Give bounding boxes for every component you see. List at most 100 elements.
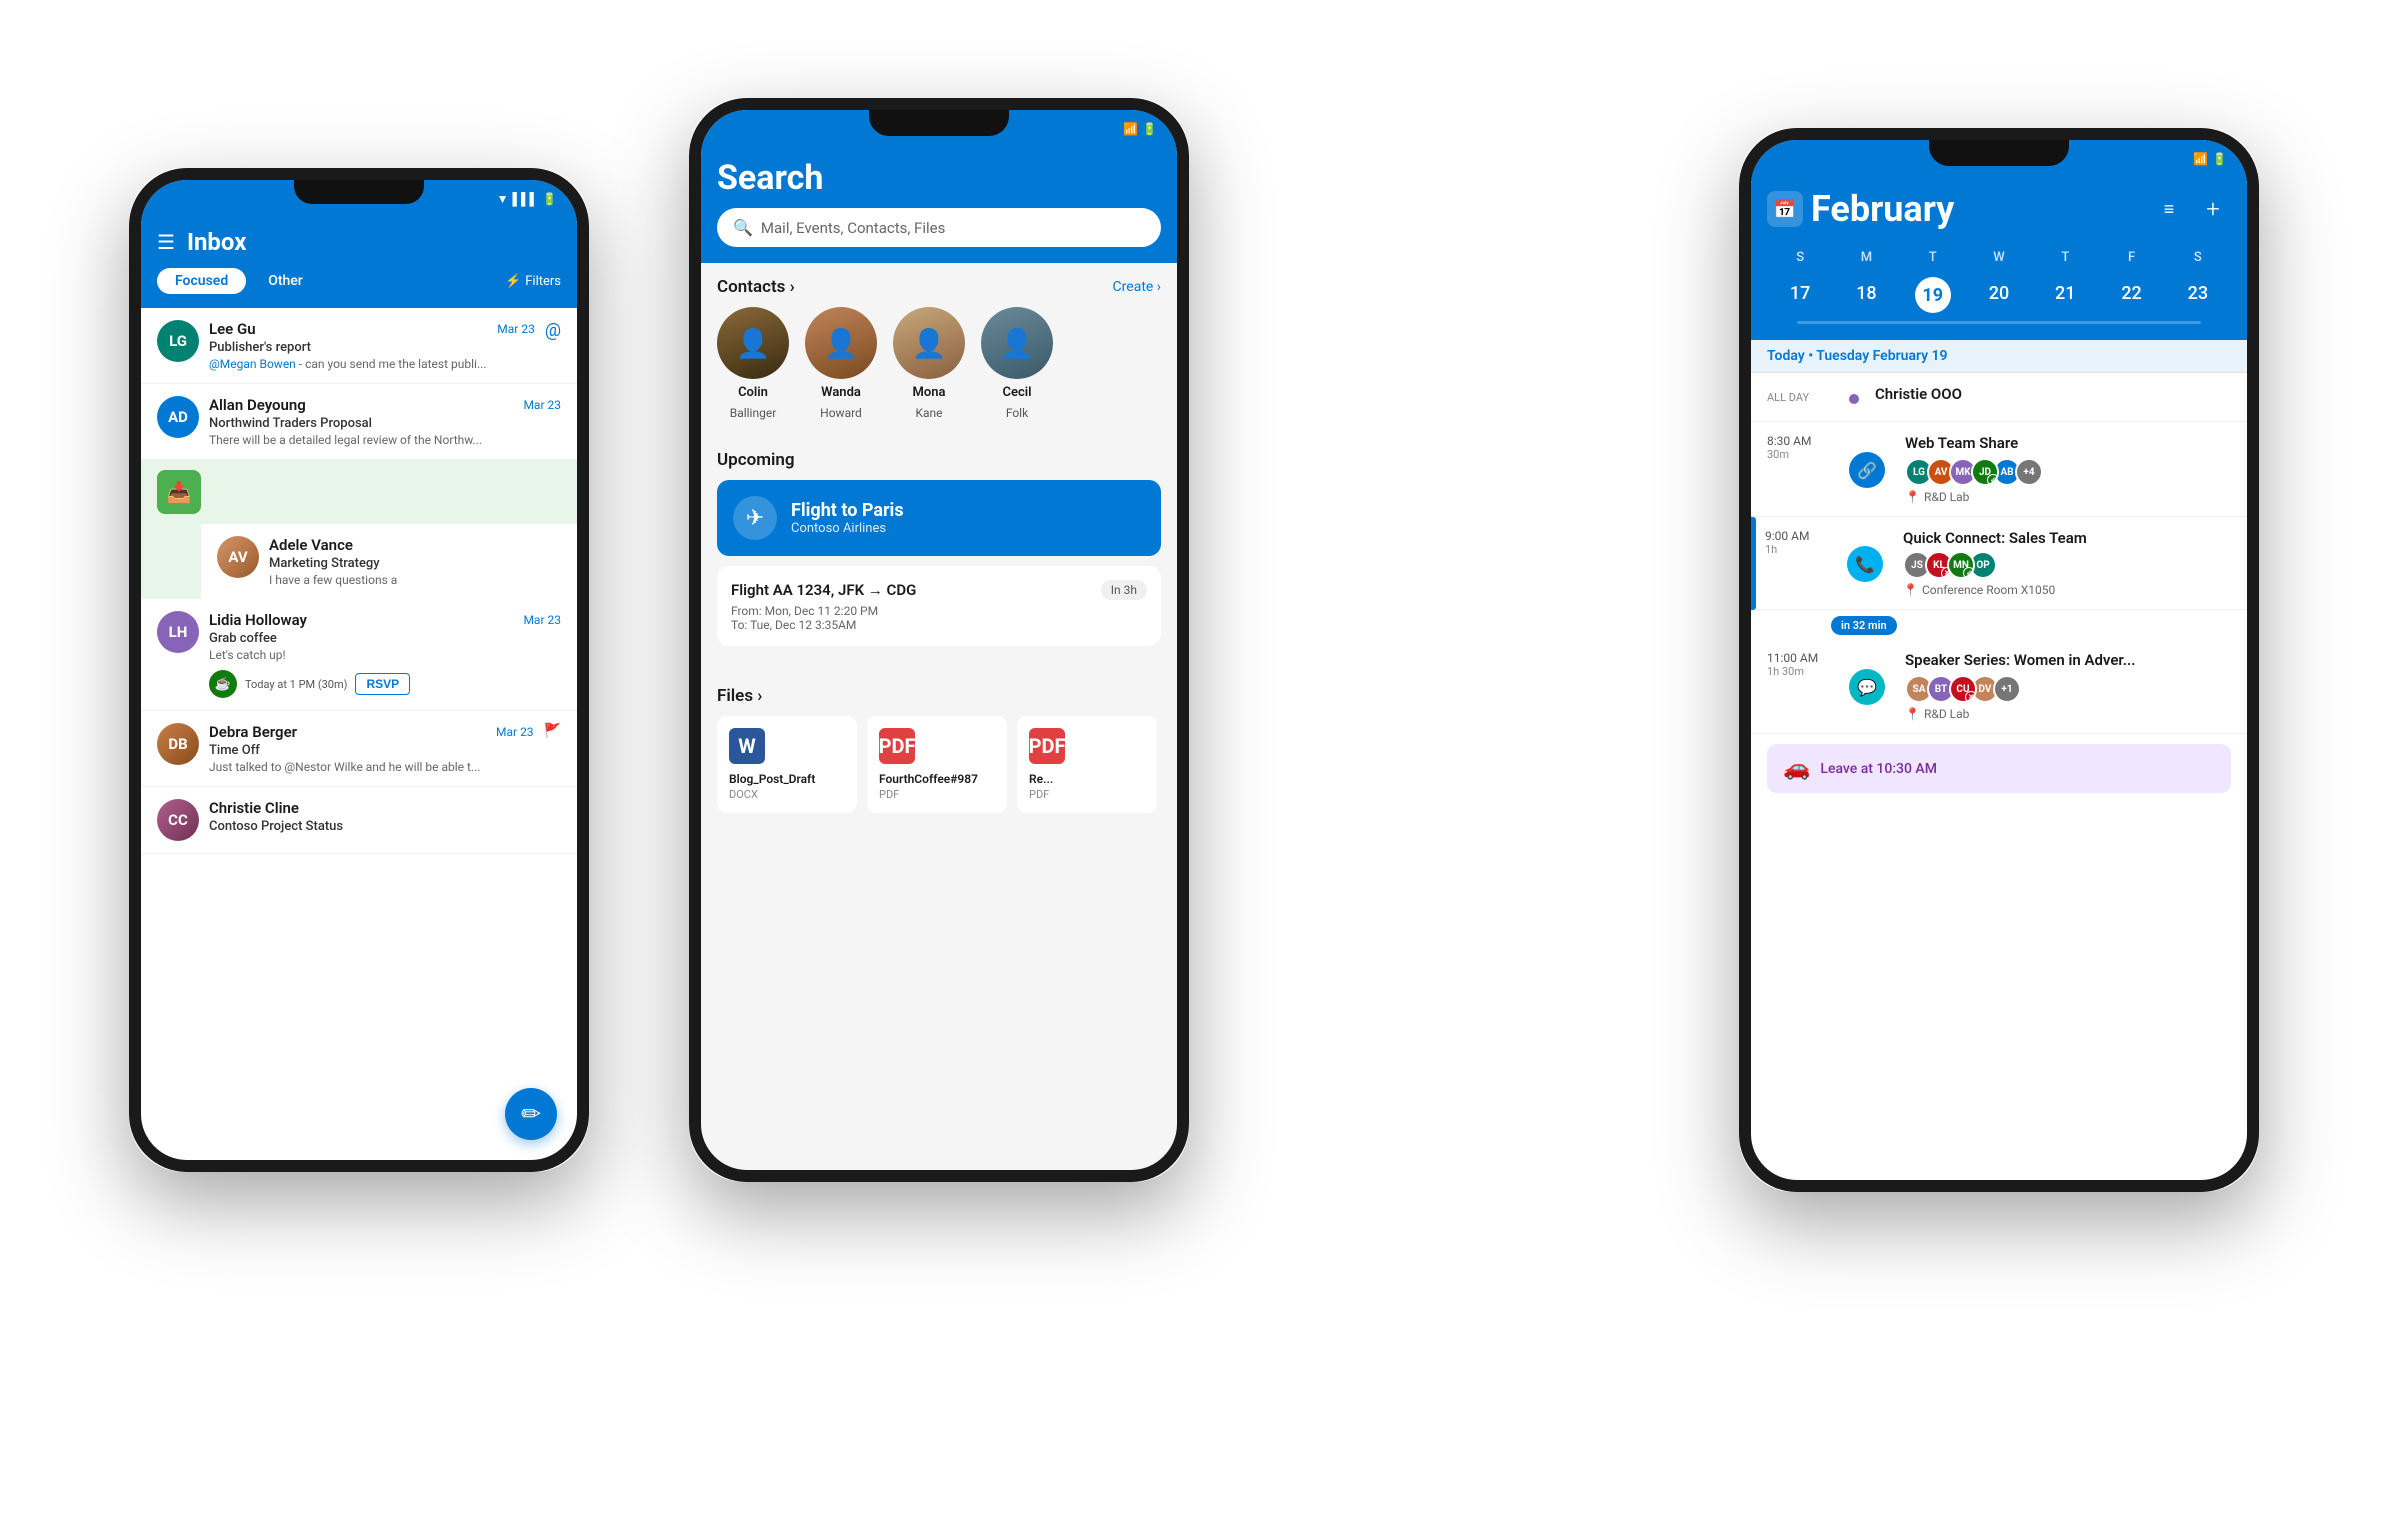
email-item-lee-gu[interactable]: LG Lee Gu Mar 23 Publisher's report @Meg… — [141, 308, 577, 384]
sender-lee-gu: Lee Gu — [209, 320, 256, 338]
subject-debra: Time Off — [209, 743, 534, 758]
contact-cecil[interactable]: 👤 Cecil Folk — [981, 307, 1053, 420]
cal-wifi-icon: 📶 — [2193, 152, 2208, 166]
event-time-col-qc: 9:00 AM 1h — [1765, 529, 1835, 597]
date-22[interactable]: 22 — [2098, 277, 2164, 313]
sender-debra: Debra Berger — [209, 723, 297, 741]
date-17[interactable]: 17 — [1767, 277, 1833, 313]
phone-search: 10:28 📶 🔋 Search 🔍 Mail, Events, Contact… — [689, 98, 1189, 1182]
event-quick-connect[interactable]: 9:00 AM 1h 📞 Quick Connect: Sales Team — [1751, 517, 2247, 610]
at-icon: @ — [545, 320, 561, 341]
email-item-lidia[interactable]: LH Lidia Holloway Mar 23 Grab coffee Let… — [141, 599, 577, 711]
create-link[interactable]: Create › — [1113, 279, 1161, 295]
event-time-col-webteam: 8:30 AM 30m — [1767, 434, 1837, 504]
preview-lee-gu: @Megan Bowen - can you send me the lates… — [209, 357, 535, 371]
date-20[interactable]: 20 — [1966, 277, 2032, 313]
date-19-today[interactable]: 19 — [1915, 277, 1951, 313]
files-section: Files › W Blog_Post_Draft DOCX PDF — [701, 672, 1177, 829]
rsvp-button[interactable]: RSVP — [355, 673, 410, 695]
email-content-lidia: Lidia Holloway Mar 23 Grab coffee Let's … — [209, 611, 561, 662]
in-badge-wrapper: in 32 min — [1751, 610, 2247, 639]
add-event-button[interactable]: + — [2195, 191, 2231, 227]
upcoming-section: Upcoming ✈ Flight to Paris Contoso Airli… — [701, 436, 1177, 672]
date-21[interactable]: 21 — [2032, 277, 2098, 313]
upcoming-section-title: Upcoming — [717, 450, 795, 470]
sender-lidia: Lidia Holloway — [209, 611, 307, 629]
inbox-title: Inbox — [187, 228, 246, 256]
day-label-t1: T — [1900, 246, 1966, 269]
search-placeholder-text: Mail, Events, Contacts, Files — [761, 219, 945, 237]
week-dates: 17 18 19 20 21 22 23 — [1767, 277, 2231, 313]
avatar-adele: AV — [217, 536, 259, 578]
event-name-christie: Christie OOO — [1875, 385, 1962, 403]
day-label-f: F — [2098, 246, 2164, 269]
upcoming-content: ✈ Flight to Paris Contoso Airlines Fligh… — [701, 480, 1177, 672]
event-web-team[interactable]: 8:30 AM 30m 🔗 Web Team Share LG AV MK — [1751, 422, 2247, 517]
contact-mona[interactable]: 👤 Mona Kane — [893, 307, 965, 420]
phone-inbox: 10:28 ▼ ▌▌▌ 🔋 ☰ Inbox Focused Ot — [129, 168, 589, 1172]
day-label-m: M — [1833, 246, 1899, 269]
flight-details: Flight AA 1234, JFK → CDG In 3h From: Mo… — [717, 566, 1161, 646]
sender-christie: Christie Cline — [209, 799, 299, 817]
search-icon: 🔍 — [733, 218, 753, 237]
flight-card[interactable]: ✈ Flight to Paris Contoso Airlines — [717, 480, 1161, 556]
file-card-re[interactable]: PDF Re... PDF — [1017, 716, 1157, 813]
scene: 10:28 ▼ ▌▌▌ 🔋 ☰ Inbox Focused Ot — [99, 68, 2299, 1468]
event-speaker-series[interactable]: 11:00 AM 1h 30m 💬 Speaker Series: Women … — [1751, 639, 2247, 734]
day-label-w: W — [1966, 246, 2032, 269]
file-name-coffee: FourthCoffee#987 — [879, 772, 995, 786]
ss-icon: 💬 — [1849, 669, 1885, 705]
date-23[interactable]: 23 — [2165, 277, 2231, 313]
avatar-colin: 👤 — [717, 307, 789, 379]
contact-name-cecil: Cecil — [1002, 385, 1031, 400]
sender-adele: Adele Vance — [269, 536, 353, 554]
subject-christie: Contoso Project Status — [209, 819, 561, 834]
flight-route: Flight AA 1234, JFK → CDG — [731, 581, 916, 599]
file-type-re: PDF — [1029, 788, 1145, 801]
search-bar[interactable]: 🔍 Mail, Events, Contacts, Files — [717, 208, 1161, 247]
tab-focused[interactable]: Focused — [157, 268, 246, 294]
contact-colin[interactable]: 👤 Colin Ballinger — [717, 307, 789, 420]
in-32-min-badge: in 32 min — [1831, 616, 1897, 635]
allday-event-christie[interactable]: ALL DAY Christie OOO — [1751, 373, 2247, 422]
email-item-christie[interactable]: CC Christie Cline Contoso Project Status — [141, 787, 577, 854]
wifi-icon: ▼ — [497, 192, 509, 206]
filters-button[interactable]: ⚡ Filters — [505, 274, 561, 289]
contact-wanda[interactable]: 👤 Wanda Howard — [805, 307, 877, 420]
date-debra: Mar 23 — [496, 725, 534, 739]
date-18[interactable]: 18 — [1833, 277, 1899, 313]
hamburger-icon[interactable]: ☰ — [157, 230, 175, 254]
avatar-allan: AD — [157, 396, 199, 438]
tab-other[interactable]: Other — [254, 268, 317, 294]
plane-icon: ✈ — [733, 496, 777, 540]
event-time-qc: 9:00 AM — [1765, 529, 1835, 543]
avatar-debra: DB — [157, 723, 199, 765]
event-bar-qc — [1751, 517, 1756, 610]
inbox-tabs: Focused Other ⚡ Filters — [157, 268, 561, 294]
contact-name-mona: Mona — [913, 385, 946, 400]
contact-name-wanda: Wanda — [821, 385, 861, 400]
cal-header: 📅 February ≡ + — [1751, 176, 2247, 340]
leave-text: Leave at 10:30 AM — [1820, 761, 1937, 777]
pdf-icon-coffee: PDF — [879, 728, 915, 764]
email-item-allan[interactable]: AD Allan Deyoung Mar 23 Northwind Trader… — [141, 384, 577, 460]
compose-button[interactable]: ✏ — [505, 1088, 557, 1140]
email-item-debra[interactable]: DB Debra Berger Mar 23 Time Off Just tal… — [141, 711, 577, 787]
list-view-icon[interactable]: ≡ — [2151, 191, 2187, 227]
contacts-section-title: Contacts › — [717, 277, 795, 297]
date-lidia: Mar 23 — [523, 613, 561, 627]
mention-text: @Megan Bowen — [209, 357, 296, 371]
email-content-adele: Adele Vance Marketing Strategy I have a … — [269, 536, 561, 587]
word-icon: W — [729, 728, 765, 764]
search-body: Contacts › Create › 👤 Colin Ballinger — [701, 263, 1177, 829]
flight-name: Flight to Paris — [791, 500, 904, 521]
email-item-adele[interactable]: 📥 AV Adele Vance Marketing Strategy I ha… — [141, 460, 577, 599]
cal-body: Today • Tuesday February 19 ALL DAY Chri… — [1751, 340, 2247, 803]
event-loc-qc: 📍 Conference Room X1050 — [1903, 583, 2231, 597]
email-content-lee-gu: Lee Gu Mar 23 Publisher's report @Megan … — [209, 320, 535, 371]
flight-from: From: Mon, Dec 11 2:20 PM — [731, 604, 1147, 618]
battery-icon: 🔋 — [542, 192, 557, 206]
file-card-coffee[interactable]: PDF FourthCoffee#987 PDF — [867, 716, 1007, 813]
event-body-webteam: Web Team Share LG AV MK JD ✓ AB +4 — [1905, 434, 2231, 504]
file-card-blog[interactable]: W Blog_Post_Draft DOCX — [717, 716, 857, 813]
